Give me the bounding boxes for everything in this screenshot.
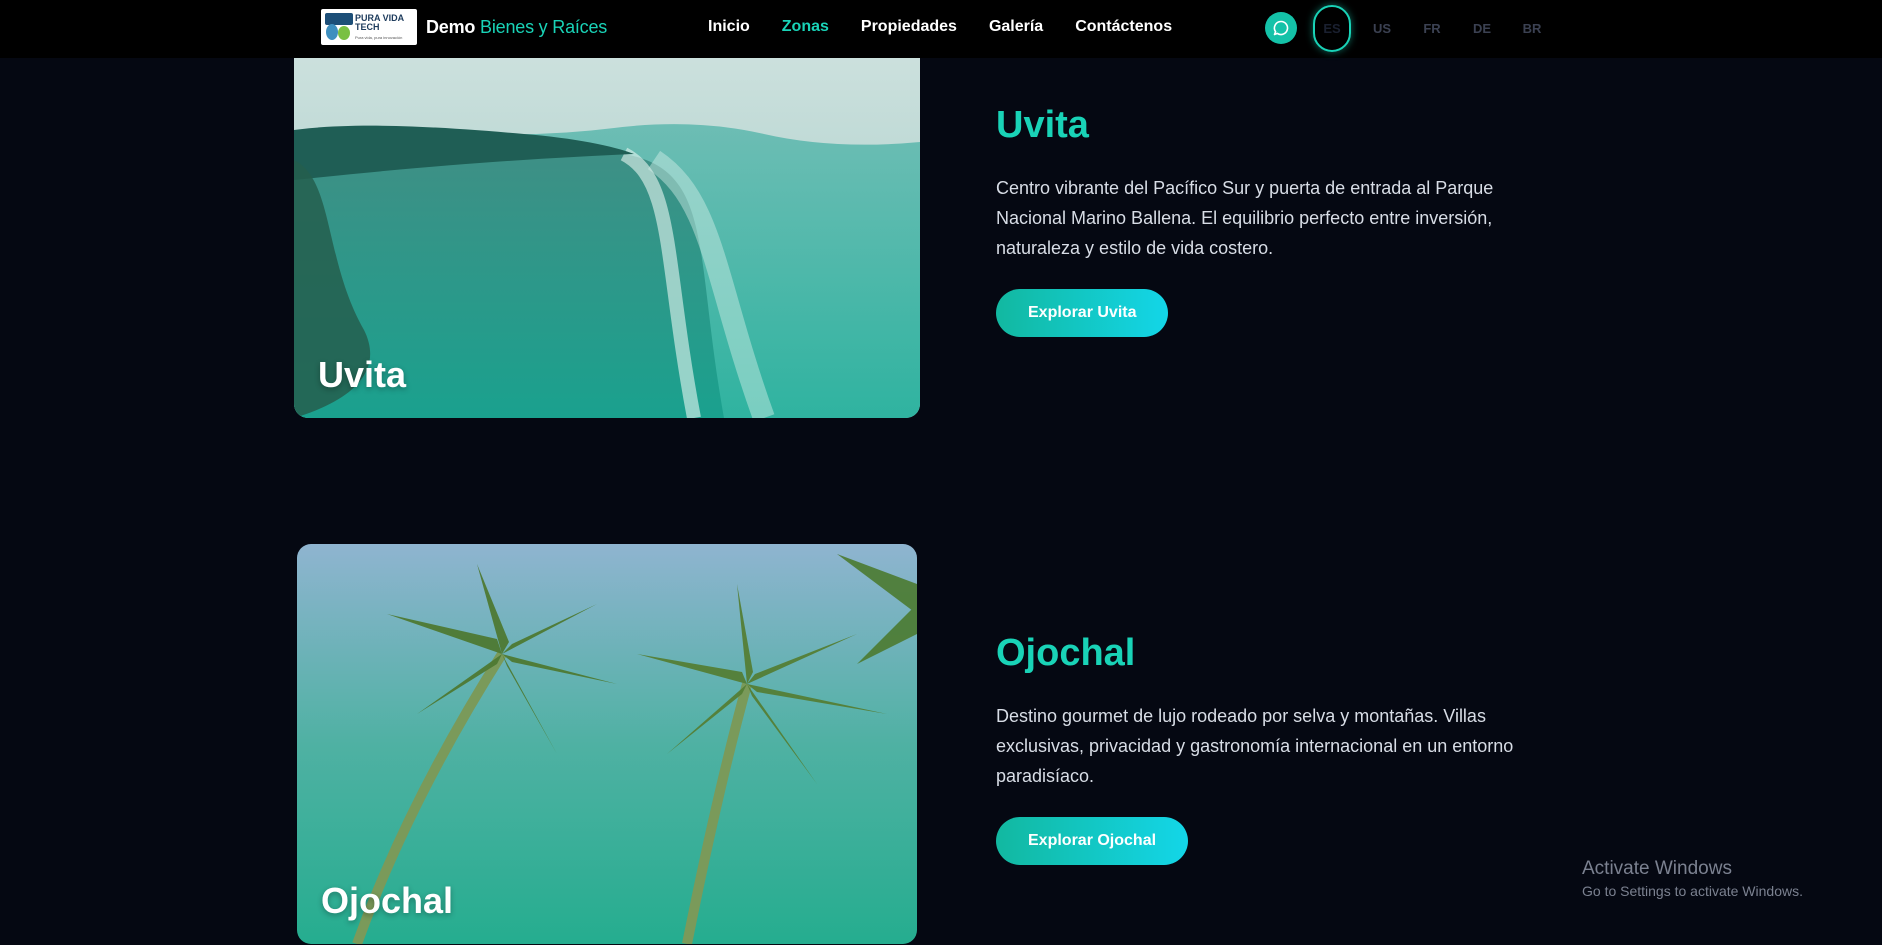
brand-name-accent: Bienes y Raíces: [480, 16, 608, 37]
brand-name: Demo Bienes y Raíces: [426, 17, 607, 38]
chat-bubble-icon: [1273, 20, 1289, 36]
language-switcher: ES US FR DE BR: [1313, 5, 1557, 52]
lang-es[interactable]: ES: [1313, 5, 1351, 52]
zone-info-uvita: Uvita Centro vibrante del Pacífico Sur y…: [996, 104, 1536, 337]
explore-uvita-button[interactable]: Explorar Uvita: [996, 289, 1169, 337]
zone-description: Centro vibrante del Pacífico Sur y puert…: [996, 178, 1494, 258]
logo-line2: TECH: [355, 22, 380, 32]
zone-description: Destino gourmet de lujo rodeado por selv…: [996, 706, 1514, 786]
lang-br[interactable]: BR: [1507, 21, 1557, 36]
zone-info-ojochal: Ojochal Destino gourmet de lujo rodeado …: [996, 632, 1536, 865]
brand[interactable]: PURA VIDA TECH Pura vida, pura innovació…: [321, 9, 607, 45]
brand-name-main: Demo: [426, 16, 476, 37]
watermark-subtitle: Go to Settings to activate Windows.: [1582, 883, 1803, 899]
watermark-title: Activate Windows: [1582, 858, 1732, 879]
chat-button[interactable]: [1265, 12, 1297, 44]
windows-activation-watermark: Activate Windows Go to Settings to activ…: [1582, 858, 1803, 899]
lang-fr[interactable]: FR: [1407, 21, 1457, 36]
nav-zonas[interactable]: Zonas: [782, 18, 829, 36]
zone-image-label: Uvita: [318, 354, 407, 395]
logo-tagline: Pura vida, pura innovación: [355, 35, 403, 40]
nav-propiedades[interactable]: Propiedades: [861, 18, 957, 36]
nav-inicio[interactable]: Inicio: [708, 18, 750, 36]
logo[interactable]: PURA VIDA TECH Pura vida, pura innovació…: [321, 9, 417, 45]
logo-mark-icon: [325, 13, 353, 40]
site-header: PURA VIDA TECH Pura vida, pura innovació…: [0, 0, 1882, 58]
nav-contactenos[interactable]: Contáctenos: [1075, 18, 1172, 36]
explore-ojochal-button[interactable]: Explorar Ojochal: [996, 817, 1189, 865]
lang-us[interactable]: US: [1357, 21, 1407, 36]
main-nav: Inicio Zonas Propiedades Galería Contáct…: [708, 18, 1204, 36]
nav-galeria[interactable]: Galería: [989, 18, 1043, 36]
zone-image-label: Ojochal: [321, 880, 454, 921]
zone-image-uvita[interactable]: Uvita: [294, 30, 920, 418]
zone-title: Uvita: [996, 104, 1089, 146]
lang-de[interactable]: DE: [1457, 21, 1507, 36]
zone-image-ojochal[interactable]: Ojochal: [297, 544, 917, 944]
zone-title: Ojochal: [996, 632, 1136, 674]
